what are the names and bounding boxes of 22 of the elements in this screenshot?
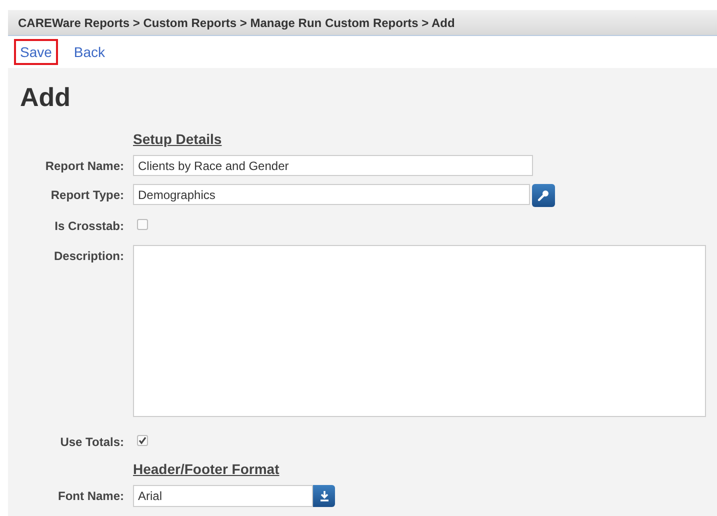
description-field[interactable] [133,245,706,417]
section-heading: Setup Details [133,131,223,147]
page-title: Add [20,82,72,113]
field-label: Report Type: [50,187,124,202]
breadcrumb: CAREWare Reports > Custom Reports > Manage Run Custom Reports > Add [18,16,455,30]
section-heading: Header/Footer Format [133,461,280,477]
report-name-field[interactable]: Clients by Race and Gender [133,155,533,176]
lookup-button[interactable] [532,184,555,207]
report-type-field[interactable]: Demographics [133,184,530,205]
font-name-field[interactable]: Arial [133,485,313,507]
field-label: Description: [52,248,124,263]
checkbox[interactable] [137,435,148,446]
dropdown-button[interactable] [313,485,335,507]
checkbox[interactable] [137,219,148,230]
field-label: Use Totals: [59,434,124,449]
toolbar-link[interactable]: Save [14,39,58,65]
field-label: Is Crosstab: [54,218,124,233]
download-arrow-icon [318,490,330,502]
field-label: Font Name: [57,488,124,503]
field-label: Report Name: [44,158,124,173]
wrench-icon [537,189,550,202]
toolbar-link[interactable]: Back [68,39,112,65]
